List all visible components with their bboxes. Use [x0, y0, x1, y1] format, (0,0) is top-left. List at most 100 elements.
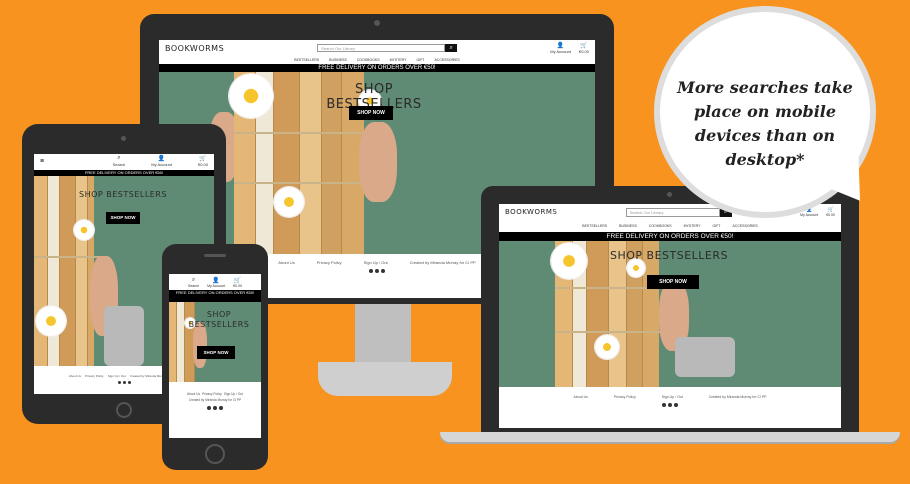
navbar: ⌕ Search 👤 My Account 🛒 €0.00 [169, 274, 261, 290]
social-links [169, 406, 261, 410]
footer-credit: Created by Miranda Murray for CI PP [188, 398, 242, 402]
cat-business[interactable]: BUSINESS [619, 224, 637, 228]
daisy-flower [229, 74, 273, 118]
account-icon: 👤 [157, 156, 166, 162]
account-link[interactable]: 👤 My Account [800, 207, 818, 217]
cart-link[interactable]: 🛒 €0.00 [579, 42, 589, 54]
phone: ⌕ Search 👤 My Account 🛒 €0.00 FREE DELIVERY… [162, 244, 268, 470]
twitter-icon[interactable] [381, 269, 385, 273]
cat-cookbooks[interactable]: COOKBOOKS [649, 224, 672, 228]
menu-icon[interactable]: ≡ [40, 158, 44, 165]
facebook-icon[interactable] [369, 269, 373, 273]
search-bar: Search Our Library ⌕ [625, 207, 732, 217]
hero-twine [555, 287, 661, 289]
cat-mystery[interactable]: MYSTERY [390, 58, 407, 62]
footer-links: About Us Privacy Policy Sign Up / Out Cr… [169, 392, 261, 402]
cat-gift[interactable]: GIFT [416, 58, 424, 62]
cart-label: €0.00 [826, 213, 835, 217]
cart-label: €0.00 [197, 162, 208, 167]
account-link[interactable]: 👤 My Account [151, 155, 172, 167]
cat-bestsellers[interactable]: BESTSELLERS [582, 224, 607, 228]
cart-icon: 🛒 [580, 43, 588, 49]
cart-icon: 🛒 [199, 156, 207, 162]
footer-signup[interactable]: Sign Up / Out [364, 260, 388, 265]
search-input[interactable]: Search Our Library [317, 44, 446, 52]
footer-about[interactable]: About Us [187, 392, 200, 396]
tablet-camera [121, 136, 126, 141]
instagram-icon[interactable] [122, 381, 126, 384]
cart-label: €0.00 [578, 49, 589, 54]
footer-signup[interactable]: Sign Up / Out [108, 374, 126, 378]
shop-now-button[interactable]: SHOP NOW [197, 346, 235, 359]
daisy-flower [551, 243, 587, 279]
account-label: My Account [800, 213, 819, 217]
callout-bubble: More searches take place on mobile devic… [660, 12, 870, 212]
footer-about[interactable]: About Us [69, 374, 81, 378]
twitter-icon[interactable] [674, 403, 678, 407]
search-label: Search [188, 283, 200, 288]
cat-cookbooks[interactable]: COOKBOOKS [357, 58, 380, 62]
hero-sleeve [675, 337, 735, 377]
hero-title: SHOP BESTSELLERS [78, 190, 167, 199]
search-button[interactable]: ⌕ [445, 44, 458, 52]
cat-gift[interactable]: GIFT [712, 224, 720, 228]
footer-credit: Created by Miranda Murray for CI PP [708, 395, 767, 399]
instagram-icon[interactable] [668, 403, 672, 407]
navbar: ≡ ⌕ Search 👤 My Account 🛒 €0.00 [34, 154, 214, 168]
search-button[interactable]: ⌕ [719, 207, 732, 217]
laptop-base [440, 432, 900, 442]
cart-icon: 🛒 [233, 277, 242, 284]
account-link[interactable]: 👤 My Account [207, 277, 225, 288]
shop-now-button[interactable]: SHOP NOW [349, 106, 393, 120]
account-label: My Account [550, 49, 571, 54]
account-link[interactable]: 👤 My Account [550, 42, 571, 54]
hero-twine [555, 331, 661, 333]
twitter-icon[interactable] [219, 406, 223, 410]
account-icon: 👤 [556, 43, 565, 49]
hero: SHOP BESTSELLERS SHOP NOW [169, 302, 261, 382]
footer-about[interactable]: About Us [574, 395, 588, 399]
hero-sleeve [104, 306, 144, 366]
cat-accessories[interactable]: ACCESSORIES [434, 58, 459, 62]
twitter-icon[interactable] [127, 381, 131, 384]
category-nav: BESTSELLERS BUSINESS COOKBOOKS MYSTERY G… [159, 56, 595, 64]
cat-mystery[interactable]: MYSTERY [684, 224, 701, 228]
footer-privacy[interactable]: Privacy Policy [614, 395, 636, 399]
cat-bestsellers[interactable]: BESTSELLERS [294, 58, 319, 62]
search-input[interactable]: Search Our Library [625, 207, 720, 217]
search-link[interactable]: ⌕ Search [188, 277, 199, 288]
facebook-icon[interactable] [662, 403, 666, 407]
footer-about[interactable]: About Us [278, 260, 294, 265]
phone-screen: ⌕ Search 👤 My Account 🛒 €0.00 FREE DELIVERY… [169, 274, 261, 438]
instagram-icon[interactable] [213, 406, 217, 410]
cart-link[interactable]: 🛒 €0.00 [198, 155, 208, 167]
cat-business[interactable]: BUSINESS [329, 58, 347, 62]
tablet-home-button[interactable] [116, 402, 132, 418]
search-link[interactable]: ⌕ Search [113, 155, 126, 167]
footer-links: About Us Privacy Policy Sign Up / Out Cr… [499, 395, 841, 399]
hero-title-line1: SHOP [206, 310, 232, 319]
instagram-icon[interactable] [375, 269, 379, 273]
hero-title-line2: BESTSELLERS [188, 320, 250, 329]
daisy-flower [274, 187, 304, 217]
footer-privacy[interactable]: Privacy Policy [85, 374, 104, 378]
footer-credit: Created by Miranda Murray for CI PP [409, 260, 476, 265]
footer-signup[interactable]: Sign Up / Out [224, 392, 243, 396]
account-area: 👤 My Account 🛒 €0.00 [800, 207, 835, 217]
cat-accessories[interactable]: ACCESSORIES [732, 224, 757, 228]
facebook-icon[interactable] [207, 406, 211, 410]
category-nav: BESTSELLERS BUSINESS COOKBOOKS MYSTERY G… [499, 220, 841, 232]
footer-signup[interactable]: Sign Up / Out [662, 395, 683, 399]
footer-privacy[interactable]: Privacy Policy [317, 260, 342, 265]
brand-logo[interactable]: BOOKWORMS [165, 44, 224, 53]
shop-now-button[interactable]: SHOP NOW [106, 212, 140, 224]
brand-logo[interactable]: BOOKWORMS [505, 208, 557, 216]
account-area: 👤 My Account 🛒 €0.00 [550, 42, 589, 54]
social-links [499, 403, 841, 407]
hero-twine [34, 256, 104, 258]
phone-home-button[interactable] [205, 444, 225, 464]
cart-link[interactable]: 🛒 €0.00 [233, 277, 242, 288]
shop-now-button[interactable]: SHOP NOW [647, 275, 699, 289]
facebook-icon[interactable] [117, 381, 121, 384]
footer-privacy[interactable]: Privacy Policy [202, 392, 222, 396]
